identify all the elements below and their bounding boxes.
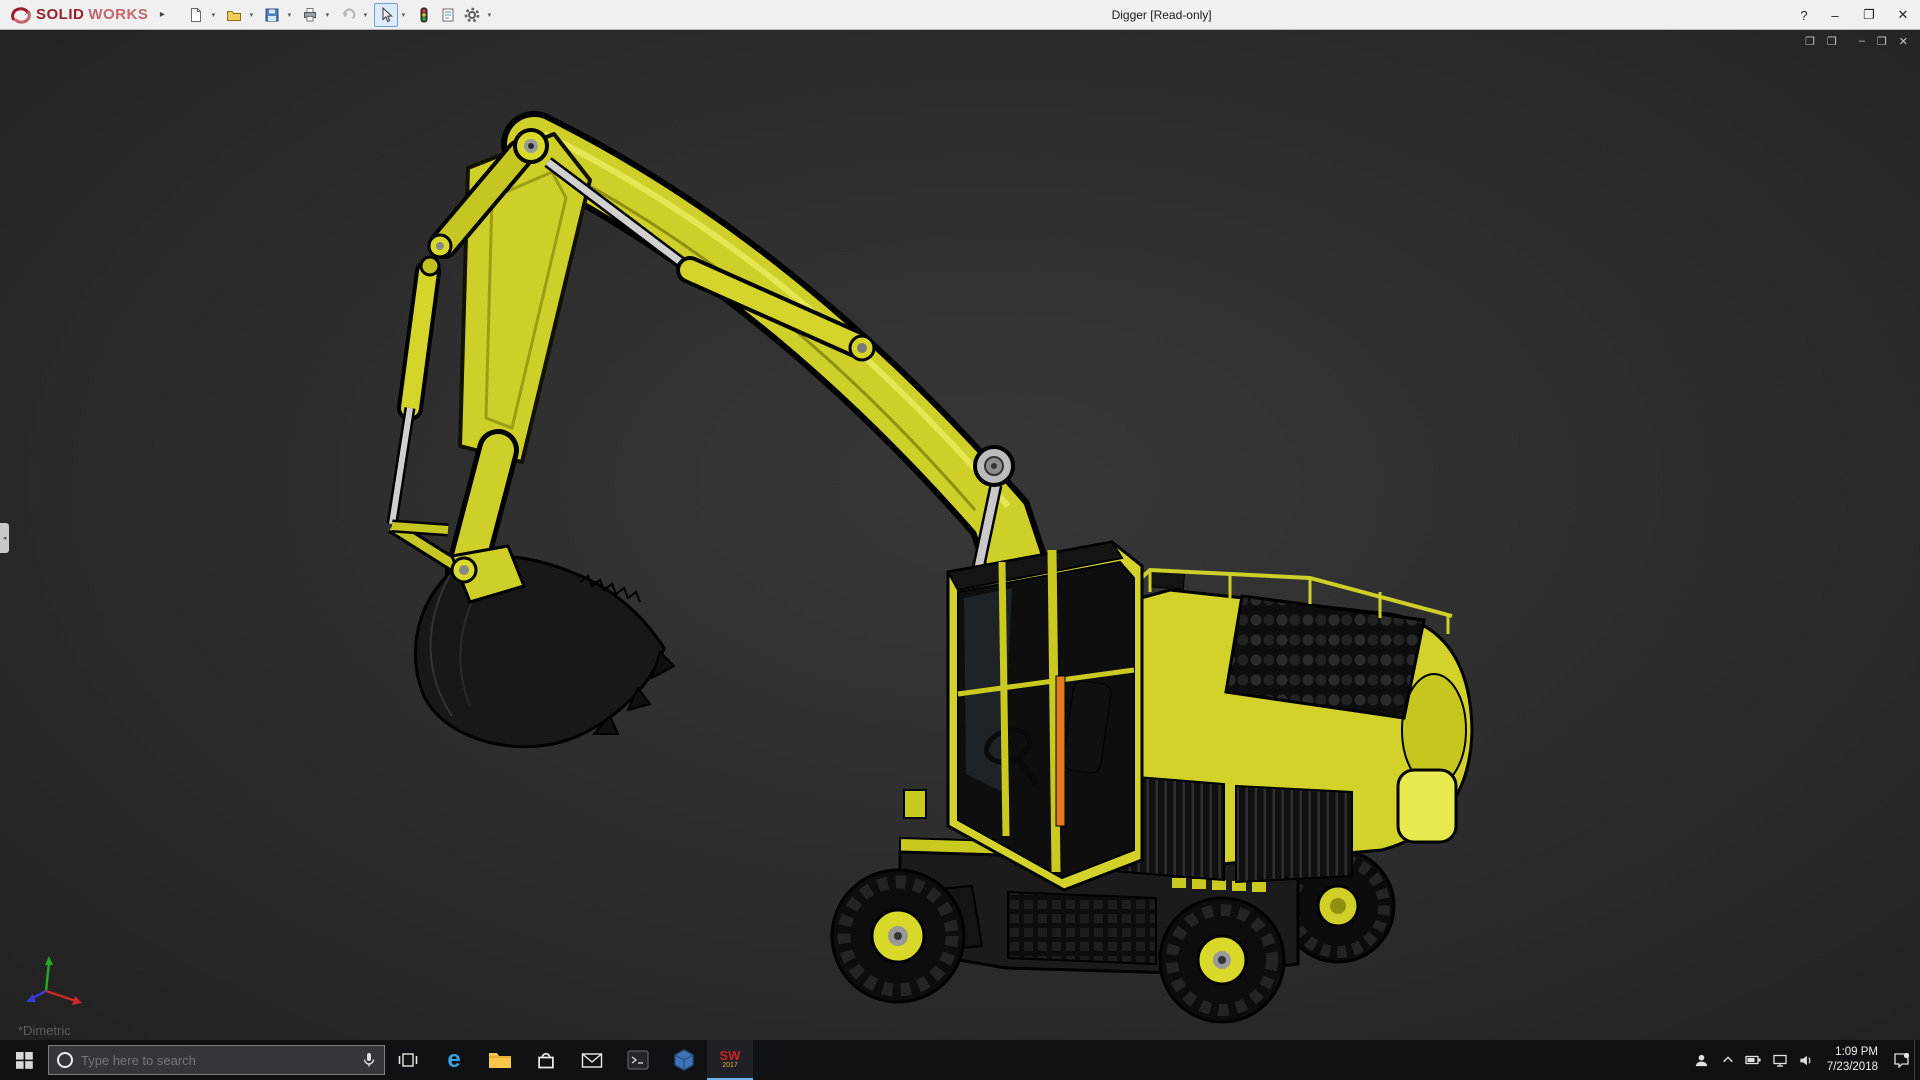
engine-housing: [1096, 567, 1474, 884]
edge-icon: e: [447, 1046, 461, 1073]
tray-battery-button[interactable]: [1741, 1040, 1767, 1080]
excavator-dipper-arm: [427, 128, 592, 593]
open-button[interactable]: [222, 3, 246, 27]
print-button[interactable]: [298, 3, 322, 27]
solidworks-badge-year: 2017: [722, 1062, 738, 1069]
app-edrawings[interactable]: [661, 1040, 707, 1080]
doc-tile-icon[interactable]: ❐: [1827, 35, 1837, 48]
dropdown-caret-icon[interactable]: ▾: [360, 11, 370, 19]
doc-cascade-icon[interactable]: ❐: [1805, 35, 1815, 48]
clock-time: 1:09 PM: [1835, 1046, 1878, 1059]
cortana-icon: [57, 1052, 73, 1068]
taskbar-clock[interactable]: 1:09 PM 7/23/2018: [1819, 1045, 1888, 1075]
select-tool-button[interactable]: [374, 2, 399, 27]
undo-arrow-icon: [342, 8, 356, 19]
windows-taskbar: e SW 2017: [0, 1040, 1920, 1080]
tray-network-button[interactable]: [1767, 1040, 1793, 1080]
save-button[interactable]: [260, 3, 284, 27]
window-title: Digger [Read-only]: [1111, 8, 1212, 22]
close-button[interactable]: ✕: [1886, 0, 1920, 30]
microphone-icon[interactable]: [362, 1052, 376, 1068]
save-floppy-icon: [265, 8, 279, 21]
dropdown-caret-icon[interactable]: ▾: [322, 11, 332, 19]
dropdown-caret-icon[interactable]: ▾: [284, 11, 294, 19]
volume-icon: [1800, 1055, 1811, 1065]
app-solidworks[interactable]: SW 2017: [707, 1040, 753, 1080]
graphics-viewport[interactable]: ❐ ❐ – ❐ ✕ ◂ *Dimetric: [0, 30, 1920, 1040]
solidworks-app-icon: SW 2017: [715, 1045, 745, 1075]
orientation-triad: [26, 956, 82, 1005]
show-desktop-button[interactable]: [1914, 1040, 1920, 1080]
clock-date: 7/23/2018: [1826, 1061, 1878, 1073]
app-store[interactable]: [523, 1040, 569, 1080]
dropdown-caret-icon[interactable]: ▾: [398, 11, 408, 19]
titlebar: SOLID WORKS ▸ ▾ ▾ ▾ ▾ ▾ ▾ ▾ Digger [Read…: [0, 0, 1920, 30]
cursor-arrow-icon: [382, 6, 394, 22]
dropdown-caret-icon[interactable]: ▾: [484, 11, 494, 19]
task-view-icon: [398, 1053, 418, 1067]
battery-icon: [1745, 1055, 1761, 1065]
dropdown-caret-icon[interactable]: ▾: [208, 11, 218, 19]
store-bag-icon: [538, 1052, 554, 1069]
operator-cab: [903, 540, 1144, 892]
dassault-swirl-icon: [11, 6, 31, 24]
maximize-button[interactable]: ❐: [1852, 0, 1886, 30]
file-explorer-icon: [489, 1053, 511, 1068]
front-left-wheel: [830, 868, 966, 1004]
view-orientation-label: *Dimetric: [18, 1023, 71, 1038]
solidworks-badge-mark: SW: [719, 1048, 741, 1063]
mail-envelope-icon: [581, 1052, 603, 1068]
tray-overflow-button[interactable]: [1715, 1040, 1741, 1080]
options-gear-icon: [465, 7, 480, 22]
rebuild-stoplight-icon: [420, 7, 428, 22]
new-document-button[interactable]: [184, 3, 208, 27]
solidworks-logo: SOLID WORKS: [0, 0, 154, 30]
window-controls: ? – ❐ ✕: [1790, 0, 1920, 30]
open-folder-icon: [227, 10, 242, 21]
logo-text-solid: SOLID: [36, 6, 85, 23]
new-document-icon: [191, 7, 202, 22]
document-window-controls: ❐ ❐ – ❐ ✕: [1805, 35, 1908, 48]
menu-flyout-arrow[interactable]: ▸: [154, 3, 170, 27]
system-tray: 1:09 PM 7/23/2018: [1689, 1040, 1920, 1080]
collapsed-panel-tab[interactable]: ◂: [0, 523, 9, 553]
console-window-icon: [627, 1050, 649, 1070]
3d-model-excavator[interactable]: [0, 30, 1920, 1040]
app-console[interactable]: [615, 1040, 661, 1080]
task-view-button[interactable]: [385, 1040, 431, 1080]
minimize-button[interactable]: –: [1818, 0, 1852, 30]
taskbar-search[interactable]: [48, 1045, 385, 1075]
search-input[interactable]: [81, 1052, 354, 1068]
front-right-wheel: [1158, 896, 1286, 1024]
doc-restore-button[interactable]: ❐: [1877, 35, 1887, 48]
user-icon: [1696, 1054, 1708, 1066]
action-center-icon: [1893, 1052, 1909, 1068]
app-file-explorer[interactable]: [477, 1040, 523, 1080]
start-button[interactable]: [0, 1040, 48, 1080]
doc-close-button[interactable]: ✕: [1899, 35, 1908, 48]
file-properties-button[interactable]: [436, 3, 460, 27]
doc-minimize-button[interactable]: –: [1859, 35, 1865, 48]
main-toolbar: ▾ ▾ ▾ ▾ ▾ ▾ ▾: [184, 0, 498, 30]
action-center-button[interactable]: [1888, 1040, 1914, 1080]
edrawings-cube-icon: [674, 1049, 694, 1071]
tray-user-button[interactable]: [1689, 1040, 1715, 1080]
dropdown-caret-icon[interactable]: ▾: [246, 11, 256, 19]
tray-volume-button[interactable]: [1793, 1040, 1819, 1080]
windows-logo-icon: [15, 1051, 33, 1069]
print-icon: [304, 7, 317, 21]
logo-text-works: WORKS: [88, 6, 149, 23]
network-icon: [1773, 1054, 1787, 1067]
help-button[interactable]: ?: [1790, 0, 1818, 30]
app-mail[interactable]: [569, 1040, 615, 1080]
undo-button[interactable]: [336, 3, 360, 27]
excavator-bucket: [413, 544, 676, 749]
chevron-up-icon: [1722, 1056, 1733, 1063]
app-edge[interactable]: e: [431, 1040, 477, 1080]
file-properties-icon: [442, 8, 454, 21]
rebuild-button[interactable]: [412, 3, 436, 27]
options-button[interactable]: [460, 3, 484, 27]
